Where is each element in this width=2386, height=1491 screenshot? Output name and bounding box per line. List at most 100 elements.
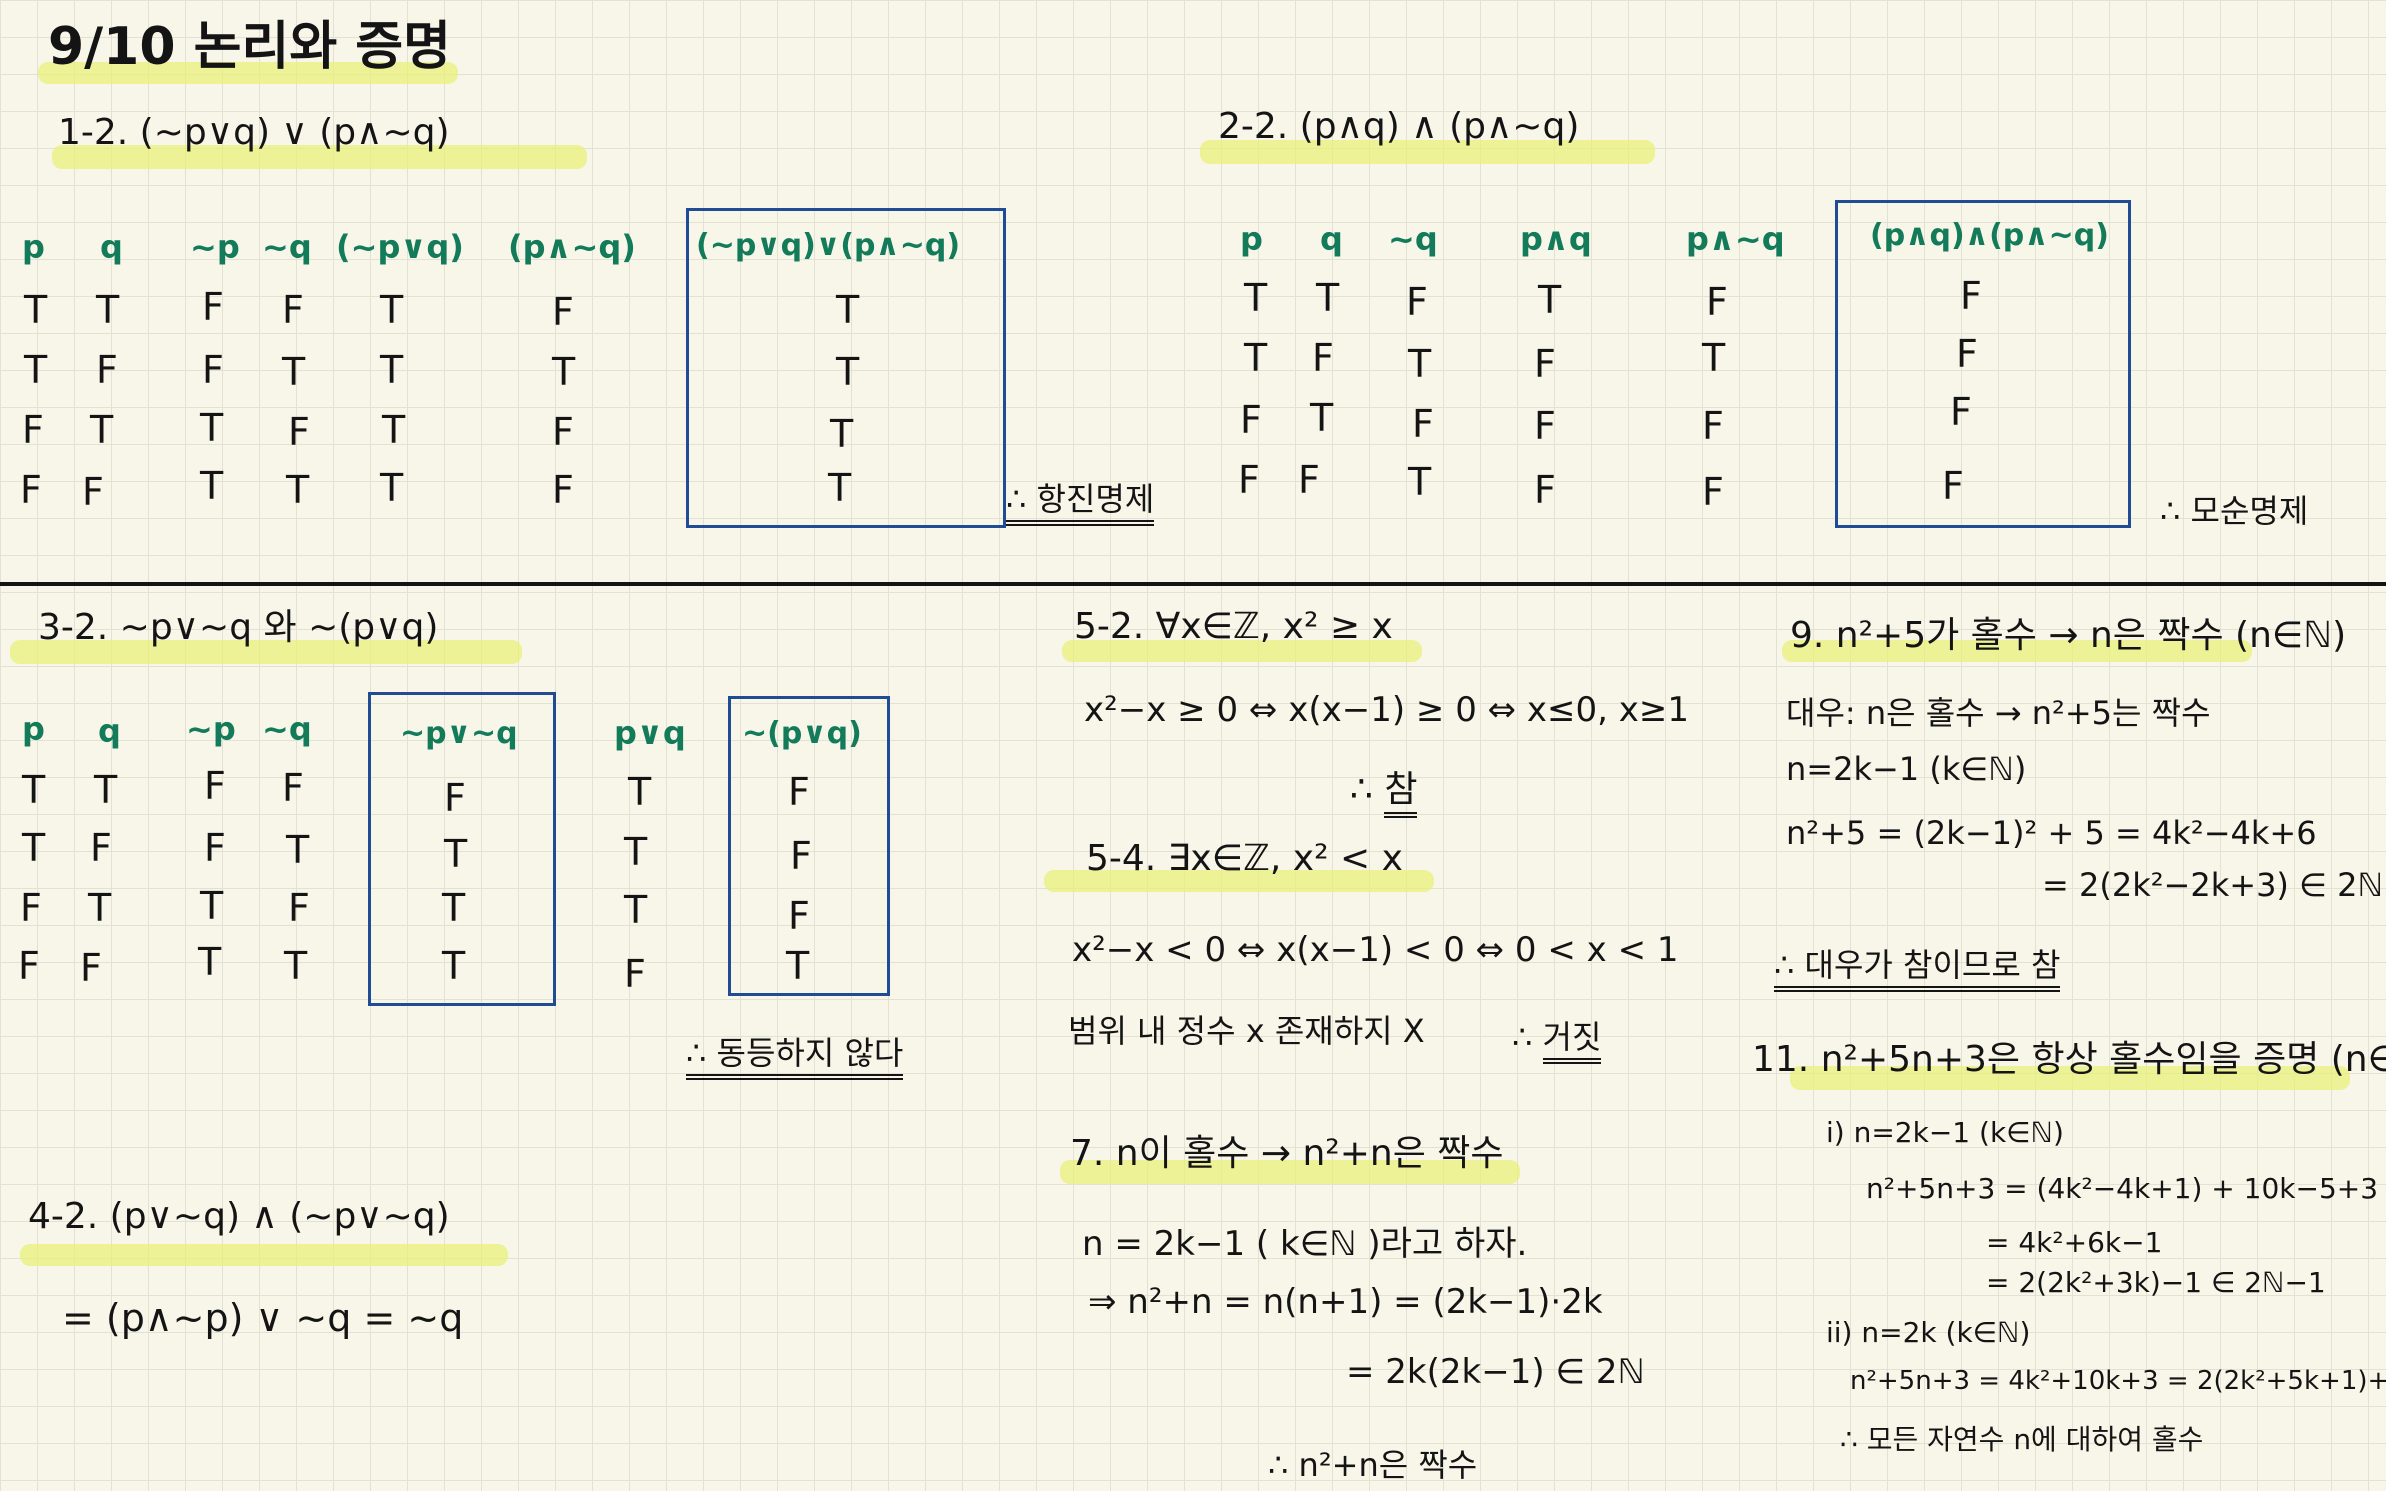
table-header: p∧~q [1686, 220, 1785, 258]
derivation-line: = (p∧~p) ∨ ~q = ~q [62, 1296, 464, 1340]
table-cell: T [624, 830, 648, 874]
table-cell: F [20, 886, 42, 930]
section-7-heading: 7. n이 홀수 → n²+n은 짝수 [1070, 1133, 1504, 1174]
table-cell: F [204, 764, 226, 808]
derivation-line: n²+5n+3 = 4k²+10k+3 = 2(2k²+5k+1)+1 [1850, 1366, 2386, 1396]
table-cell: F [1534, 342, 1556, 386]
section-3-2-heading: 3-2. ~p∨~q 와 ~(p∨q) [38, 607, 439, 648]
table-cell: F [90, 826, 112, 870]
table-cell: F [282, 766, 304, 810]
table-header: ~q [262, 228, 312, 266]
table-cell: T [286, 828, 310, 872]
table-cell: F [790, 834, 812, 878]
table-cell: T [1244, 336, 1268, 380]
table-header: ~p∨~q [400, 716, 518, 751]
table-cell: F [788, 770, 810, 814]
table-cell: F [1956, 332, 1978, 376]
table-cell: T [1310, 396, 1334, 440]
table-cell: F [1298, 458, 1320, 502]
table-cell: T [1538, 278, 1562, 322]
therefore-symbol: ∴ [1512, 1018, 1533, 1056]
table-cell: F [1412, 402, 1434, 446]
table-cell: T [1702, 336, 1726, 380]
table-cell: F [1950, 390, 1972, 434]
table-cell: F [288, 410, 310, 454]
table-cell: T [198, 940, 222, 984]
table-header: ~p [186, 710, 236, 748]
derivation-line: = 4k²+6k−1 [1986, 1226, 2163, 1259]
table-header: (~p∨q)∨(p∧~q) [696, 228, 961, 263]
table-cell: T [24, 348, 48, 392]
table-cell: T [444, 832, 468, 876]
conclusion: ∴ 모든 자연수 n에 대하여 홀수 [1840, 1423, 2204, 1456]
table-cell: F [444, 776, 466, 820]
table-header: (p∧~q) [508, 228, 636, 266]
derivation-line: 범위 내 정수 x 존재하지 X [1068, 1012, 1425, 1050]
conclusion-text: ∴ 동등하지 않다 [686, 1034, 904, 1080]
derivation-line: n²+5n+3 = (4k²−4k+1) + 10k−5+3 [1866, 1172, 2379, 1205]
table-cell: F [80, 946, 102, 990]
table-cell: F [788, 894, 810, 938]
table-header: ~q [1388, 220, 1438, 258]
table-cell: T [88, 886, 112, 930]
derivation-line: = 2k(2k−1) ∈ 2ℕ [1346, 1352, 1645, 1392]
table-cell: F [552, 468, 574, 512]
table-cell: T [1244, 276, 1268, 320]
table-cell: F [1706, 280, 1728, 324]
table-cell: F [1312, 336, 1334, 380]
table-cell: F [1240, 398, 1262, 442]
conclusion: ∴ n²+n은 짝수 [1268, 1446, 1478, 1484]
table-cell: T [624, 888, 648, 932]
table-cell: T [1408, 342, 1432, 386]
table-cell: F [624, 952, 646, 996]
conclusion: ∴ 항진명제 [1006, 474, 1155, 526]
table-header: (p∧q)∧(p∧~q) [1870, 218, 2109, 253]
table-header: ~(p∨q) [742, 716, 862, 751]
section-4-2-heading: 4-2. (p∨~q) ∧ (~p∨~q) [28, 1196, 450, 1237]
table-cell: T [96, 288, 120, 332]
derivation-line: n=2k−1 (k∈ℕ) [1786, 750, 2027, 788]
table-cell: T [200, 464, 224, 508]
table-cell: T [284, 944, 308, 988]
table-cell: T [94, 768, 118, 812]
table-cell: F [96, 348, 118, 392]
page-title: 9/10 논리와 증명 [48, 17, 451, 77]
table-header: q [98, 712, 121, 750]
table-header: ~q [262, 710, 312, 748]
heading-highlight [20, 1244, 508, 1266]
table-cell: T [382, 408, 406, 452]
derivation-line: x²−x < 0 ⇔ x(x−1) < 0 ⇔ 0 < x < 1 [1072, 930, 1679, 970]
conclusion-text: 참 [1384, 769, 1418, 818]
derivation-line: n²+5 = (2k−1)² + 5 = 4k²−4k+6 [1786, 814, 2317, 852]
derivation-line: ii) n=2k (k∈ℕ) [1826, 1316, 2031, 1349]
table-cell: T [442, 886, 466, 930]
table-header: p∨q [614, 714, 686, 752]
conclusion: ∴ 동등하지 않다 [686, 1028, 904, 1080]
table-cell: F [1960, 274, 1982, 318]
table-cell: T [380, 348, 404, 392]
derivation-line: n = 2k−1 ( k∈ℕ )라고 하자. [1082, 1224, 1528, 1264]
table-cell: F [202, 348, 224, 392]
therefore-symbol: ∴ [1350, 769, 1373, 810]
table-cell: T [286, 468, 310, 512]
section-1-2-heading: 1-2. (~p∨q) ∨ (p∧~q) [58, 112, 450, 153]
derivation-line: i) n=2k−1 (k∈ℕ) [1826, 1116, 2064, 1149]
table-cell: T [836, 350, 860, 394]
section-11-heading: 11. n²+5n+3은 항상 홀수임을 증명 (n∈ℕ) [1752, 1039, 2386, 1080]
table-cell: F [22, 408, 44, 452]
conclusion: ∴ 대우가 참이므로 참 [1774, 940, 2061, 992]
table-cell: T [830, 412, 854, 456]
table-cell: F [20, 468, 42, 512]
conclusion-text: 거짓 [1542, 1018, 1602, 1064]
derivation-line: 대우: n은 홀수 → n²+5는 짝수 [1786, 694, 2211, 732]
table-cell: T [282, 350, 306, 394]
table-cell: F [202, 285, 224, 329]
table-cell: T [22, 768, 46, 812]
table-cell: F [1238, 458, 1260, 502]
derivation-line: x²−x ≥ 0 ⇔ x(x−1) ≥ 0 ⇔ x≤0, x≥1 [1084, 690, 1690, 730]
table-cell: T [786, 944, 810, 988]
table-cell: T [22, 826, 46, 870]
table-cell: F [1406, 280, 1428, 324]
table-header: (~p∨q) [336, 228, 464, 266]
derivation-line: = 2(2k²−2k+3) ∈ 2ℕ [2042, 866, 2384, 904]
